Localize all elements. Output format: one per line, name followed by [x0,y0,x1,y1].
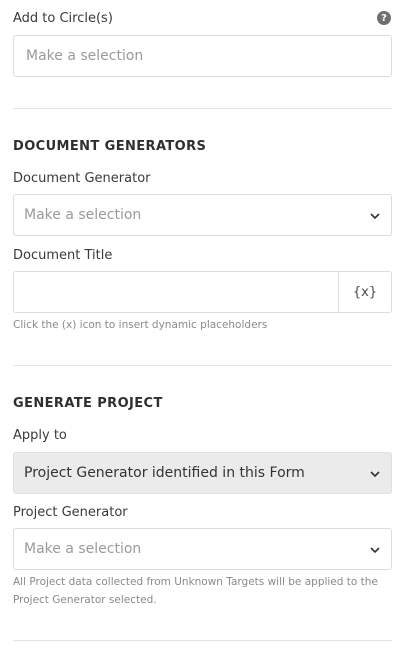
question-circle-icon[interactable]: ? [377,11,391,25]
circles-label: Add to Circle(s) [13,11,113,26]
circles-select[interactable]: Make a selection [13,35,392,77]
document-generators-title: DOCUMENT GENERATORS [13,139,207,154]
document-generator-label: Document Generator [13,171,151,186]
project-generator-placeholder: Make a selection [24,541,142,557]
document-title-label: Document Title [13,248,113,263]
document-generator-select[interactable]: Make a selection [13,194,392,236]
project-generator-label: Project Generator [13,505,128,520]
divider [13,640,392,641]
apply-to-value: Project Generator identified in this For… [24,465,305,481]
chevron-down-icon [370,213,380,220]
divider [13,365,392,366]
generate-project-title: GENERATE PROJECT [13,396,163,411]
document-title-input[interactable] [13,271,339,313]
divider [13,108,392,109]
chevron-down-icon [370,471,380,478]
circles-placeholder: Make a selection [26,48,144,64]
document-title-hint: Click the (x) icon to insert dynamic pla… [13,319,268,331]
project-generator-select[interactable]: Make a selection [13,528,392,570]
apply-to-label: Apply to [13,428,67,443]
document-generator-placeholder: Make a selection [24,207,142,223]
project-generator-hint: All Project data collected from Unknown … [13,576,378,606]
insert-placeholder-button[interactable]: {x} [338,271,392,313]
apply-to-select[interactable]: Project Generator identified in this For… [13,452,392,494]
chevron-down-icon [370,547,380,554]
